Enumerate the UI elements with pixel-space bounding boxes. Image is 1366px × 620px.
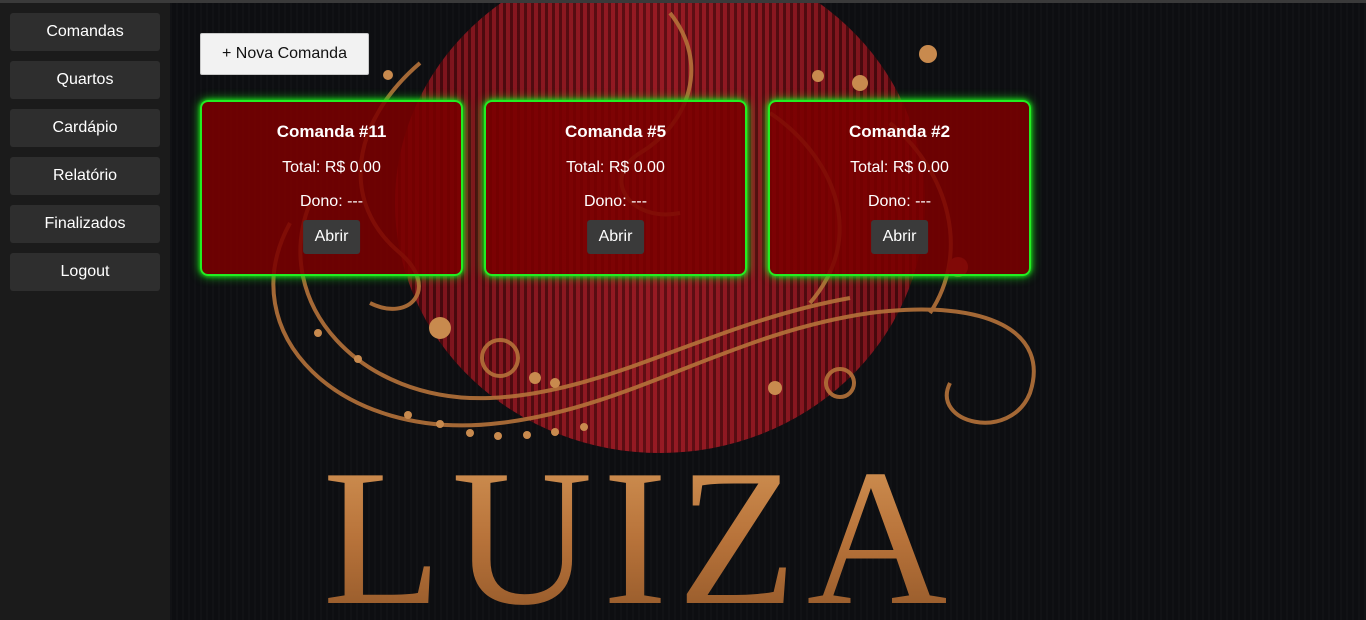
card-title: Comanda #2 — [848, 122, 951, 141]
card-total: Total: R$ 0.00 — [850, 159, 949, 176]
sidebar-item-finalizados[interactable]: Finalizados — [10, 205, 160, 243]
sidebar-item-logout[interactable]: Logout — [10, 253, 160, 291]
comanda-card: Comanda #2 Total: R$ 0.00 Dono: --- Abri… — [768, 100, 1031, 276]
sidebar-item-comandas[interactable]: Comandas — [10, 13, 160, 51]
sidebar: Comandas Quartos Cardápio Relatório Fina… — [0, 3, 170, 620]
open-comanda-button[interactable]: Abrir — [870, 220, 929, 254]
sidebar-item-quartos[interactable]: Quartos — [10, 61, 160, 99]
card-owner: Dono: --- — [299, 193, 364, 210]
comanda-card: Comanda #5 Total: R$ 0.00 Dono: --- Abri… — [484, 100, 747, 276]
card-owner: Dono: --- — [867, 193, 932, 210]
new-comanda-button[interactable]: + Nova Comanda — [200, 33, 369, 75]
logo-lettering: LUIZA — [323, 430, 958, 620]
main-content: LUIZA + Nova Comanda Comanda #11 Total: … — [170, 3, 1366, 620]
card-title: Comanda #5 — [564, 122, 667, 141]
card-title: Comanda #11 — [276, 122, 387, 141]
card-owner: Dono: --- — [583, 193, 648, 210]
card-total: Total: R$ 0.00 — [566, 159, 665, 176]
sidebar-item-relatorio[interactable]: Relatório — [10, 157, 160, 195]
open-comanda-button[interactable]: Abrir — [586, 220, 645, 254]
comanda-card: Comanda #11 Total: R$ 0.00 Dono: --- Abr… — [200, 100, 463, 276]
open-comanda-button[interactable]: Abrir — [302, 220, 361, 254]
sidebar-item-cardapio[interactable]: Cardápio — [10, 109, 160, 147]
background-logo-art: LUIZA — [271, 3, 1036, 620]
card-total: Total: R$ 0.00 — [282, 159, 381, 176]
